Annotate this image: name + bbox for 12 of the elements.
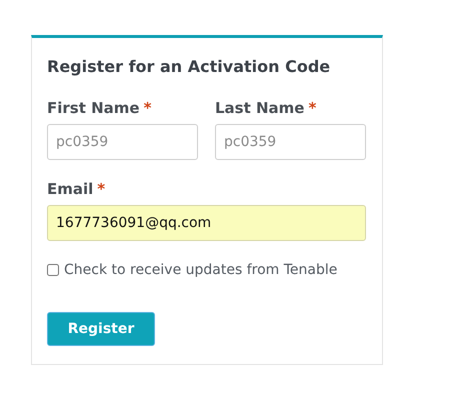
form-title: Register for an Activation Code [47,56,332,78]
required-asterisk: * [308,99,316,117]
required-asterisk: * [144,99,152,117]
name-input[interactable]: pc0359 [47,124,198,160]
field-label: First Name [47,99,140,117]
name-input[interactable]: pc0359 [215,124,366,160]
required-asterisk: * [97,180,106,198]
field-label: Last Name [215,99,304,117]
field-label: Email [47,180,94,198]
email-input[interactable]: 1677736091@qq.com [47,205,366,241]
checkbox-label: Check to receive updates from Tenable [64,261,338,279]
updates-checkbox[interactable] [47,264,59,276]
